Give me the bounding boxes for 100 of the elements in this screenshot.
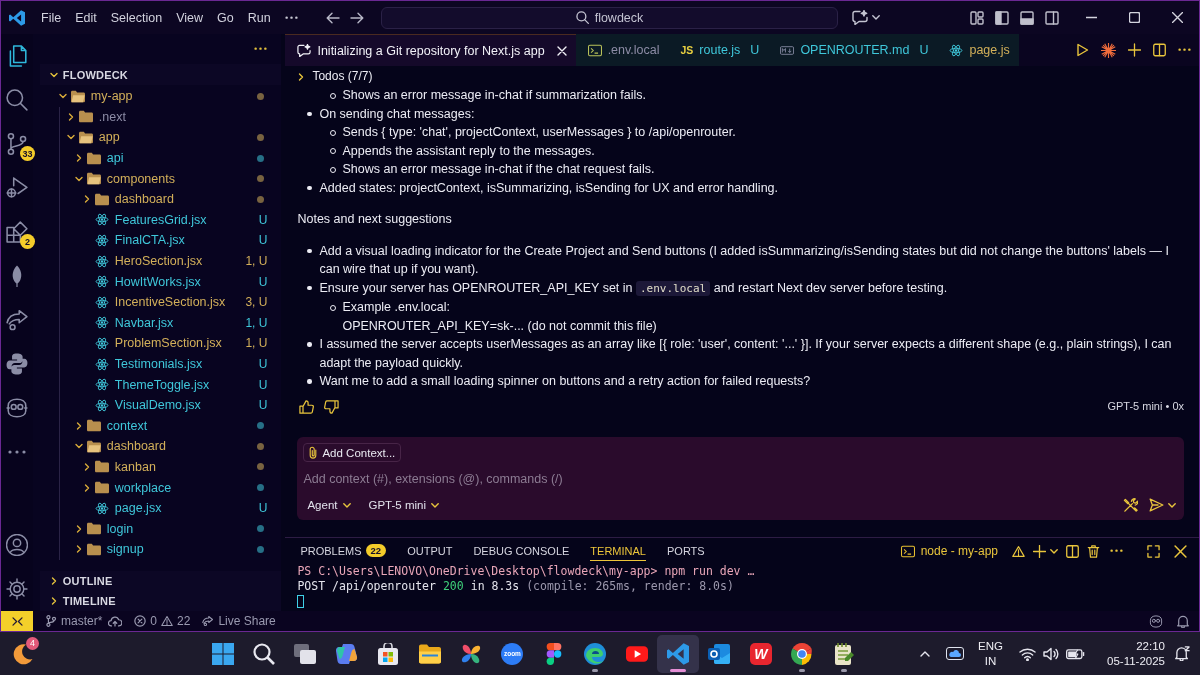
store-bag-icon[interactable]: [377, 642, 400, 665]
panel-tab[interactable]: DEBUG CONSOLE: [473, 541, 570, 561]
thumbs-down-icon[interactable]: [324, 399, 340, 414]
section-header[interactable]: TIMELINE: [39, 591, 282, 611]
plus-icon[interactable]: [1033, 544, 1046, 558]
section-header[interactable]: OUTLINE: [39, 571, 282, 591]
chevron-down-icon[interactable]: [872, 15, 880, 20]
maximize-icon[interactable]: [1129, 12, 1140, 23]
panel-tab[interactable]: OUTPUT: [407, 541, 453, 561]
file-name[interactable]: IncentiveSection.jsx: [114, 295, 226, 310]
bell-icon[interactable]: [1177, 614, 1189, 628]
menu-item[interactable]: Go: [217, 10, 234, 25]
panel-tab[interactable]: TERMINAL: [590, 541, 646, 561]
folder-name[interactable]: components: [106, 171, 175, 186]
split-editor-icon[interactable]: [1153, 43, 1166, 57]
editor-tab[interactable]: .env.local: [575, 34, 669, 66]
chevron-icon[interactable]: [74, 174, 83, 183]
tools-icon[interactable]: [1123, 497, 1138, 513]
cloud-upload-icon[interactable]: [108, 615, 123, 627]
folder-name[interactable]: my-app: [90, 89, 133, 104]
terminal-selector[interactable]: node - my-app: [900, 544, 998, 558]
tricolor-circle-icon[interactable]: [791, 642, 814, 665]
chevron-icon[interactable]: [74, 545, 83, 554]
todos-toggle[interactable]: Todos (7/7): [297, 67, 1199, 86]
chat-sparkle-icon[interactable]: [852, 10, 868, 25]
chevron-icon[interactable]: [74, 442, 83, 451]
file-name[interactable]: ProblemSection.jsx: [114, 336, 222, 351]
chevron-icon[interactable]: [74, 421, 83, 430]
colorful-swirl-icon[interactable]: [335, 642, 358, 665]
search-icon[interactable]: [253, 642, 276, 665]
secondary-sidebar-icon[interactable]: [1045, 10, 1059, 25]
live-share-status[interactable]: Live Share: [202, 614, 276, 628]
file-name[interactable]: HeroSection.jsx: [114, 254, 203, 269]
editor-tab[interactable]: OPENROUTER.md U: [768, 34, 938, 66]
file-name[interactable]: HowItWorks.jsx: [114, 274, 201, 289]
chevron-icon[interactable]: [58, 92, 67, 101]
chevron-down-icon[interactable]: [1168, 502, 1176, 508]
more-icon[interactable]: [7, 450, 26, 454]
snake-logo-icon[interactable]: [5, 353, 28, 375]
run-icon[interactable]: [1076, 43, 1089, 57]
folder-name[interactable]: context: [106, 418, 148, 433]
panel-tab[interactable]: PORTS: [667, 541, 705, 561]
panel-tab[interactable]: PROBLEMS 22: [300, 541, 387, 561]
active-app-button[interactable]: [657, 634, 699, 673]
pinwheel-icon[interactable]: [460, 642, 483, 665]
mode-picker[interactable]: Agent: [303, 499, 365, 511]
chevron-icon[interactable]: [66, 133, 75, 142]
folder-name[interactable]: dashboard: [114, 192, 174, 207]
close-icon[interactable]: [1174, 544, 1187, 558]
sidebar-toggle-icon[interactable]: [995, 10, 1009, 25]
share-arrow-icon[interactable]: [5, 309, 28, 331]
file-name[interactable]: FeaturesGrid.jsx: [114, 212, 207, 227]
chat-input[interactable]: Add context (#), extensions (@), commands (/): [303, 470, 1176, 488]
settings-icon[interactable]: [5, 578, 28, 600]
folder-name[interactable]: workplace: [114, 480, 172, 495]
folder-name[interactable]: dashboard: [106, 439, 166, 454]
chevron-icon[interactable]: [82, 463, 91, 471]
file-name[interactable]: page.jsx: [114, 501, 162, 516]
more-icon[interactable]: [1110, 549, 1123, 553]
menu-item[interactable]: Run: [247, 10, 271, 25]
clock[interactable]: 22:10 05-11-2025: [1107, 638, 1165, 669]
notepad-icon[interactable]: [832, 642, 855, 665]
chevron-icon[interactable]: [74, 154, 83, 163]
warning-icon[interactable]: [1012, 544, 1025, 558]
menu-item[interactable]: Edit: [75, 10, 97, 25]
layout-options-icon[interactable]: [970, 10, 984, 25]
menu-item[interactable]: File: [41, 10, 62, 25]
command-center[interactable]: flowdeck: [381, 6, 838, 29]
wave-logo-icon[interactable]: [584, 642, 607, 665]
chevron-up-icon[interactable]: [920, 650, 931, 657]
menu-item[interactable]: Selection: [110, 10, 163, 25]
folder-name[interactable]: app: [98, 130, 120, 145]
letter-logo[interactable]: W: [749, 642, 772, 665]
send-icon[interactable]: [1149, 498, 1164, 512]
task-view-icon[interactable]: [294, 642, 317, 665]
file-name[interactable]: ThemeToggle.jsx: [114, 377, 210, 392]
file-name[interactable]: VisualDemo.jsx: [114, 398, 201, 413]
editor-tab[interactable]: page.js: [937, 34, 1019, 66]
model-picker[interactable]: GPT-5 mini: [364, 499, 453, 511]
goggles-face-icon[interactable]: [1149, 614, 1163, 628]
chevron-icon[interactable]: [66, 112, 75, 121]
problems-status[interactable]: 0 22: [134, 614, 191, 628]
sparkle-burst-icon[interactable]: [1101, 42, 1116, 58]
file-name[interactable]: Navbar.jsx: [114, 315, 174, 330]
more-icon[interactable]: [254, 47, 268, 51]
more-icon[interactable]: [1178, 48, 1191, 52]
search-icon[interactable]: [5, 89, 28, 111]
run-debug-icon[interactable]: [5, 177, 28, 199]
add-context-button[interactable]: Add Context...: [303, 443, 402, 462]
folder-name[interactable]: .next: [98, 109, 126, 124]
more-icon[interactable]: [284, 15, 298, 20]
file-name[interactable]: Testimonials.jsx: [114, 357, 203, 371]
back-arrow-icon[interactable]: [326, 11, 340, 24]
chevron-icon[interactable]: [74, 524, 83, 533]
chevron-down-icon[interactable]: [1050, 548, 1058, 554]
editor-tab[interactable]: Initializing a Git repository for Next.js app: [285, 34, 576, 66]
folder-name[interactable]: kanban: [114, 460, 156, 474]
plus-icon[interactable]: [1128, 43, 1141, 57]
battery-icon[interactable]: [1066, 647, 1085, 660]
cloud-icon[interactable]: [946, 647, 965, 660]
